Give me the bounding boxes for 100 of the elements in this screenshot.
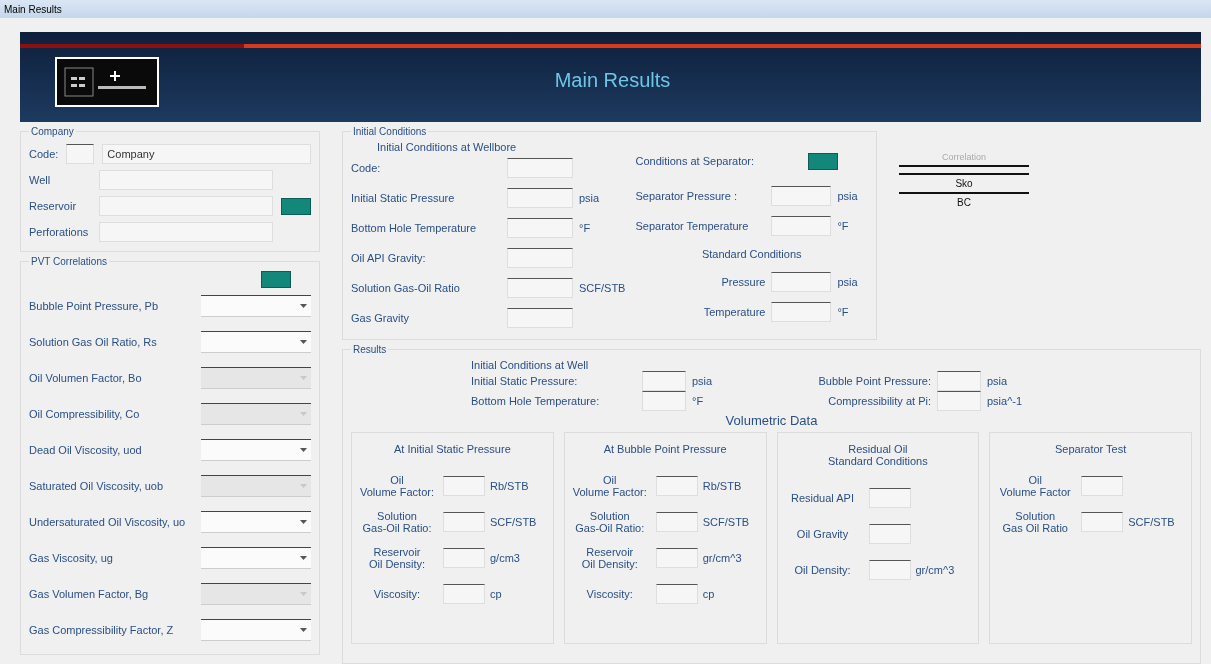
card-title: Residual Oil Standard Conditions [827,443,929,467]
field-label: Separator Pressure : [635,190,738,202]
unit-label: psia [837,190,859,202]
input-field[interactable] [507,158,573,178]
input-field[interactable] [771,302,832,322]
correlation-dropdown[interactable] [201,331,311,353]
field-label: Pressure [720,276,766,288]
unit-label: g/cm3 [490,552,521,564]
unit-label: gr/cm^3 [915,564,956,576]
unit-label: °F [692,395,705,407]
input-field[interactable] [1081,512,1124,532]
card-title: At Initial Static Pressure [393,443,512,455]
unit-label: cp [490,588,503,600]
dropdown-arrow-icon [300,628,307,632]
text-field[interactable] [99,196,273,216]
input-field[interactable] [771,216,832,236]
group-title: PVT Correlations [30,256,108,267]
field-label: Bottom Hole Temperature: [471,395,601,407]
correlation-label: Saturated Oil Viscosity, uob [29,480,164,492]
correlation-label: Gas Viscosity, ug [29,552,113,564]
correlation-dropdown[interactable] [201,547,311,569]
action-button[interactable] [808,152,838,170]
correlation-dropdown[interactable] [201,619,311,641]
input-field[interactable] [642,371,686,391]
correlation-label: Dead Oil Viscosity, uod [29,444,142,456]
field-label: Solution Gas Oil Ratio [1001,510,1069,534]
input-field[interactable] [507,278,573,298]
unit-label: SCF/STB [579,282,626,294]
field-label: Oil Volume Factor: [359,474,435,498]
unit-label: psia^-1 [987,395,1024,407]
input-field[interactable] [443,512,485,532]
correlation-label: Undersaturated Oil Viscosity, uo [29,516,186,528]
input-field[interactable] [507,248,573,268]
correlation-caption: Correlation [942,152,986,162]
field-label: Oil Density: [793,564,852,576]
code-field[interactable] [66,144,95,164]
field-label: Residual API [790,492,855,504]
section-heading: Initial Conditions at Wellbore [376,141,518,153]
field-label: Viscosity: [585,588,634,600]
input-field[interactable] [771,272,832,292]
input-field[interactable] [655,512,698,532]
correlation-dropdown[interactable] [201,439,311,461]
input-field[interactable] [507,308,573,328]
correlation-value: Sko [955,178,973,189]
correlation-dropdown[interactable] [201,511,311,533]
input-field[interactable] [655,476,698,496]
input-field[interactable] [868,524,911,544]
input-field[interactable] [868,488,911,508]
card-title: Separator Test [1053,443,1128,455]
correlation-label: Oil Compressibility, Co [29,408,140,420]
action-button[interactable] [281,197,311,215]
field-label: Oil Volume Factor [998,474,1072,498]
input-field[interactable] [443,584,485,604]
company-field[interactable]: Company [102,144,311,164]
input-field[interactable] [771,186,832,206]
unit-label: cp [702,588,716,600]
input-field[interactable] [655,548,698,568]
input-field[interactable] [507,218,573,238]
input-field[interactable] [1081,476,1124,496]
section-heading: Volumetric Data [724,413,819,428]
unit-label: Rb/STB [702,480,743,492]
dropdown-arrow-icon [300,448,307,452]
field-label: Bottom Hole Temperature [351,222,478,234]
field-label: Perforations [29,226,90,238]
input-field[interactable] [937,391,981,411]
correlation-dropdown[interactable] [201,295,311,317]
unit-label: °F [837,306,850,318]
field-label: Initial Static Pressure [351,192,456,204]
correlation-label: Solution Gas Oil Ratio, Rs [29,336,157,348]
unit-label: psia [987,375,1009,387]
unit-label: Rb/STB [490,480,530,492]
unit-label: °F [579,222,592,234]
field-label: Oil Gravity [795,528,850,540]
field-label: Solution Gas-Oil Ratio [351,282,461,294]
text-field[interactable] [99,222,273,242]
input-field[interactable] [642,391,686,411]
field-label: Initial Static Pressure: [471,375,579,387]
input-field[interactable] [507,188,573,208]
correlation-label: Bubble Point Pressure, Pb [29,300,159,312]
group-title: Company [30,126,75,137]
unit-label: psia [692,375,714,387]
card-title: At Bubble Point Pressure [602,443,728,455]
field-label: Reservoir Oil Density: [580,546,639,570]
field-label: Code: [29,148,59,160]
field-label: Viscosity: [372,588,422,600]
text-field[interactable] [99,170,273,190]
section-heading: Conditions at Separator: [635,155,755,167]
correlation-label: Gas Compressibility Factor, Z [29,624,174,636]
field-label: Oil API Gravity: [351,252,427,264]
header-title: Main Results [553,68,672,92]
input-field[interactable] [655,584,698,604]
field-label: Oil Volume Factor: [571,474,648,498]
input-field[interactable] [937,371,981,391]
input-field[interactable] [868,560,911,580]
input-field[interactable] [443,476,485,496]
dropdown-arrow-icon [300,556,307,560]
field-label: Reservoir [29,200,78,212]
section-heading: Standard Conditions [701,248,802,260]
input-field[interactable] [443,548,485,568]
unit-label: SCF/STB [490,516,538,528]
